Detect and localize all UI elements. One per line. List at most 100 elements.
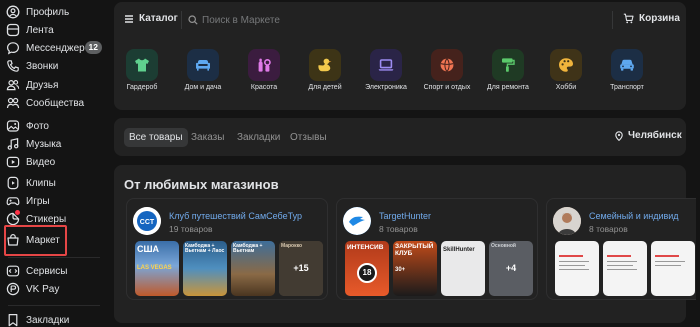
nav-label: Маркет	[26, 234, 60, 246]
photo-icon	[6, 119, 20, 133]
product-thumbnail[interactable]: Основной +4	[489, 241, 533, 296]
store-logo: CCT	[133, 207, 161, 235]
thumbnail-text: LAS VEGAS	[137, 265, 172, 271]
tshirt-icon	[126, 49, 158, 81]
left-sidebar: Профиль Лента Мессенджер 12 Звонки Друзь…	[0, 0, 106, 327]
search-input[interactable]	[202, 14, 582, 26]
product-thumbnail[interactable]: Марокко +15	[279, 241, 323, 296]
category-wardrobe[interactable]: Гардероб	[111, 47, 173, 97]
category-kids[interactable]: Для детей	[294, 47, 356, 97]
menu-icon	[125, 14, 133, 23]
thumbnail-text: США	[137, 244, 160, 254]
nav-item-photo[interactable]: Фото	[0, 117, 106, 135]
toolbar-separator	[612, 11, 613, 29]
location-label: Челябинск	[628, 130, 682, 141]
nav-item-messenger[interactable]: Мессенджер 12	[0, 39, 106, 57]
nav-item-video[interactable]: Видео	[0, 153, 106, 171]
product-thumbnail[interactable]: ЗАКРЫТЫЙ КЛУБ 30+	[393, 241, 437, 296]
store-card[interactable]: CCT Клуб путешествий СамСебеТур 19 товар…	[126, 198, 328, 300]
nav-item-bookmarks[interactable]: Закладки	[0, 311, 106, 327]
nav-label: Сообщества	[26, 97, 85, 109]
product-thumbnail[interactable]: Камбоджа + Вьетнам + Лаос	[183, 241, 227, 296]
music-icon	[6, 137, 20, 151]
friends-icon	[6, 78, 20, 92]
feed-icon	[6, 23, 20, 37]
services-icon	[6, 264, 20, 278]
location-selector[interactable]: Челябинск	[614, 130, 682, 141]
store-card[interactable]: Семейный и индивид 8 товаров	[546, 198, 696, 300]
thumbnail-text: SkillHunter	[443, 247, 475, 253]
nav-item-services[interactable]: Сервисы	[0, 262, 106, 280]
store-name[interactable]: Клуб путешествий СамСебеТур	[169, 211, 302, 221]
nav-item-clips[interactable]: Клипы	[0, 174, 106, 192]
car-icon	[611, 49, 643, 81]
cosmetics-icon	[248, 49, 280, 81]
nav-item-vk-pay[interactable]: VK Pay	[0, 280, 106, 298]
product-thumbnail[interactable]	[603, 241, 647, 296]
category-hobby[interactable]: Хобби	[535, 47, 597, 97]
nav-item-communities[interactable]: Сообщества	[0, 94, 106, 112]
duck-icon	[309, 49, 341, 81]
store-name[interactable]: Семейный и индивид	[589, 211, 679, 221]
section-title: От любимых магазинов	[124, 177, 279, 192]
store-logo	[553, 207, 581, 235]
product-thumbnail[interactable]: Камбоджа + Вьетнам	[231, 241, 275, 296]
category-transport[interactable]: Транспорт	[596, 47, 658, 97]
nav-label: Клипы	[26, 177, 56, 189]
laptop-icon	[370, 49, 402, 81]
nav-label: Друзья	[26, 79, 59, 91]
nav-item-feed[interactable]: Лента	[0, 21, 106, 39]
vk-market-page: Профиль Лента Мессенджер 12 Звонки Друзь…	[0, 0, 700, 327]
nav-item-stickers[interactable]: Стикеры	[0, 210, 106, 228]
nav-item-calls[interactable]: Звонки	[0, 57, 106, 75]
sidebar-divider	[8, 257, 100, 258]
nav-item-music[interactable]: Музыка	[0, 135, 106, 153]
sidebar-divider	[8, 305, 100, 306]
nav-item-profile[interactable]: Профиль	[0, 3, 106, 21]
thumbnail-text: 30+	[395, 267, 406, 273]
ball-icon	[431, 49, 463, 81]
nav-label: Сервисы	[26, 265, 68, 277]
more-items-count: +15	[293, 263, 309, 273]
thumbnail-text: Камбоджа + Вьетнам + Лаос	[185, 243, 225, 255]
store-name[interactable]: TargetHunter	[379, 211, 431, 221]
category-sport[interactable]: Спорт и отдых	[416, 47, 478, 97]
clips-icon	[6, 176, 20, 190]
nav-label: Лента	[26, 24, 54, 36]
product-thumbnail[interactable]	[651, 241, 695, 296]
cart-label: Корзина	[639, 13, 680, 24]
sofa-icon	[187, 49, 219, 81]
nav-item-friends[interactable]: Друзья	[0, 76, 106, 94]
product-thumbnail[interactable]	[555, 241, 599, 296]
nav-item-games[interactable]: Игры	[0, 192, 106, 210]
phone-icon	[6, 59, 20, 73]
tab-all-items[interactable]: Все товары	[124, 128, 188, 147]
thumbnail-text: Камбоджа + Вьетнам	[233, 243, 263, 255]
toolbar-separator	[181, 11, 182, 29]
store-logo	[343, 207, 371, 235]
product-thumbnail[interactable]: ИНТЕНСИВ 18	[345, 241, 389, 296]
catalog-button[interactable]: Каталог	[124, 13, 178, 24]
nav-item-market[interactable]: Маркет	[0, 231, 106, 249]
search-icon	[188, 15, 198, 25]
catalog-label: Каталог	[139, 13, 178, 24]
cart-button[interactable]: Корзина	[623, 13, 680, 24]
unread-count-badge: 12	[84, 41, 102, 54]
tab-bookmarks[interactable]: Закладки	[237, 128, 280, 147]
store-card[interactable]: TargetHunter 8 товаров ИНТЕНСИВ 18 ЗАКРЫ…	[336, 198, 538, 300]
messenger-icon	[6, 41, 20, 55]
bookmarks-icon	[6, 313, 20, 327]
product-thumbnail[interactable]: SkillHunter	[441, 241, 485, 296]
notification-dot	[15, 210, 20, 215]
category-beauty[interactable]: Красота	[233, 47, 295, 97]
tab-orders[interactable]: Заказы	[191, 128, 224, 147]
category-home[interactable]: Дом и дача	[172, 47, 234, 97]
roller-icon	[492, 49, 524, 81]
search-box[interactable]	[188, 11, 608, 29]
store-item-count: 19 товаров	[169, 224, 213, 234]
product-thumbnail[interactable]: США LAS VEGAS	[135, 241, 179, 296]
tab-reviews[interactable]: Отзывы	[290, 128, 327, 147]
profile-icon	[6, 5, 20, 19]
category-electronics[interactable]: Электроника	[355, 47, 417, 97]
vkpay-icon	[6, 282, 20, 296]
